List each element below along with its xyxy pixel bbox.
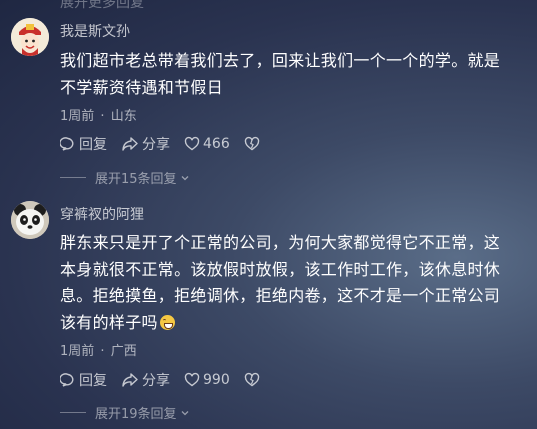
comment-time: 1周前: [60, 344, 95, 359]
comment-text: 胖东来只是开了个正常的公司，为何大家都觉得它不正常，这 本身就很不正常。该放假时…: [60, 233, 501, 332]
broken-heart-icon: [244, 372, 259, 387]
share-arrow-icon: [122, 373, 138, 387]
comment-bubble-icon: [60, 373, 74, 387]
like-count: 466: [203, 136, 230, 152]
expand-replies-button[interactable]: 展开19条回复: [60, 403, 191, 422]
expand-replies-button[interactable]: 展开15条回复: [60, 168, 191, 187]
like-count: 990: [203, 372, 230, 388]
like-button[interactable]: 466: [184, 136, 230, 152]
avatar[interactable]: [11, 201, 49, 239]
comment-bubble-icon: [60, 137, 74, 151]
avatar[interactable]: [11, 18, 49, 56]
comment-username[interactable]: 穿裤衩的阿狸: [60, 204, 144, 224]
heart-icon: [184, 372, 200, 387]
avatar-panda-icon: [11, 201, 49, 239]
heart-icon: [184, 136, 200, 151]
comment-location: 山东: [110, 109, 137, 124]
like-button[interactable]: 990: [184, 372, 230, 388]
comment-meta: 1周前 · 山东: [60, 109, 137, 124]
comment-time: 1周前: [60, 109, 95, 124]
chevron-down-icon: [181, 175, 189, 180]
broken-heart-icon: [244, 136, 259, 151]
comment-actions: 回复 分享 466: [60, 134, 277, 154]
grinning-face-emoji-icon: [159, 314, 175, 330]
divider: [60, 177, 86, 178]
comment-item: 我是斯文孙 我们超市老总带着我们去了，回来让我们一个一个的学。就是 不学薪资待遇…: [0, 0, 537, 195]
comment-location: 广西: [110, 344, 137, 359]
share-button[interactable]: 分享: [121, 370, 170, 390]
divider: [60, 412, 86, 413]
reply-button[interactable]: 回复: [60, 370, 107, 390]
dislike-button[interactable]: [244, 136, 263, 152]
comment-text: 我们超市老总带着我们去了，回来让我们一个一个的学。就是 不学薪资待遇和节假日: [60, 51, 501, 97]
reply-button[interactable]: 回复: [60, 134, 107, 154]
comment-meta: 1周前 · 广西: [60, 344, 137, 359]
share-arrow-icon: [122, 137, 138, 151]
chevron-down-icon: [181, 410, 189, 415]
comment-actions: 回复 分享 990: [60, 370, 277, 390]
share-button[interactable]: 分享: [121, 134, 170, 154]
dislike-button[interactable]: [244, 372, 263, 388]
avatar-cartoon-icon: [11, 18, 49, 56]
comment-username[interactable]: 我是斯文孙: [60, 21, 130, 41]
comment-item: 穿裤衩的阿狸 胖东来只是开了个正常的公司，为何大家都觉得它不正常，这 本身就很不…: [0, 195, 537, 429]
